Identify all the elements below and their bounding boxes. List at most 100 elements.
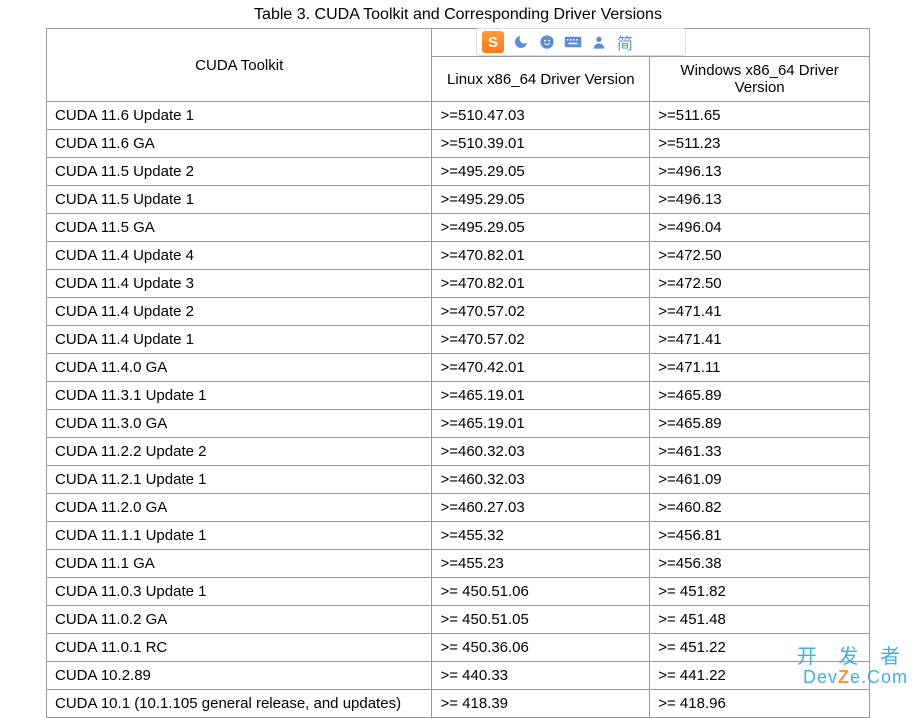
- cell-windows: >=465.89: [650, 410, 870, 438]
- table-row: CUDA 10.1 (10.1.105 general release, and…: [47, 690, 870, 718]
- table-row: CUDA 11.1.1 Update 1>=455.32>=456.81: [47, 522, 870, 550]
- cell-toolkit: CUDA 11.0.1 RC: [47, 634, 432, 662]
- cell-toolkit: CUDA 11.4.0 GA: [47, 354, 432, 382]
- table-caption: Table 3. CUDA Toolkit and Corresponding …: [0, 0, 916, 28]
- cell-toolkit: CUDA 10.2.89: [47, 662, 432, 690]
- cell-linux: >=460.27.03: [432, 494, 650, 522]
- cell-toolkit: CUDA 11.2.2 Update 2: [47, 438, 432, 466]
- watermark: 开 发 者 DevZe.Com: [797, 646, 908, 688]
- table-row: CUDA 11.5 Update 2>=495.29.05>=496.13: [47, 158, 870, 186]
- cell-linux: >= 418.39: [432, 690, 650, 718]
- cell-toolkit: CUDA 11.5 Update 2: [47, 158, 432, 186]
- table-row: CUDA 11.3.1 Update 1>=465.19.01>=465.89: [47, 382, 870, 410]
- cell-linux: >=465.19.01: [432, 382, 650, 410]
- table-row: CUDA 11.2.1 Update 1>=460.32.03>=461.09: [47, 466, 870, 494]
- cell-toolkit: CUDA 11.4 Update 3: [47, 270, 432, 298]
- table-row: CUDA 11.5 Update 1>=495.29.05>=496.13: [47, 186, 870, 214]
- cell-toolkit: CUDA 11.5 Update 1: [47, 186, 432, 214]
- cell-windows: >=496.13: [650, 186, 870, 214]
- cell-linux: >=455.32: [432, 522, 650, 550]
- cell-linux: >=460.32.03: [432, 466, 650, 494]
- header-windows: Windows x86_64 Driver Version: [650, 57, 870, 102]
- cell-windows: >=496.13: [650, 158, 870, 186]
- cell-linux: >=495.29.05: [432, 186, 650, 214]
- cell-linux: >=470.82.01: [432, 242, 650, 270]
- table-row: CUDA 11.1 GA>=455.23>=456.38: [47, 550, 870, 578]
- table-row: CUDA 11.3.0 GA>=465.19.01>=465.89: [47, 410, 870, 438]
- cell-windows: >= 418.96: [650, 690, 870, 718]
- table-row: CUDA 11.0.3 Update 1>= 450.51.06>= 451.8…: [47, 578, 870, 606]
- cell-windows: >=472.50: [650, 242, 870, 270]
- smiley-icon: [538, 34, 556, 50]
- cell-windows: >=465.89: [650, 382, 870, 410]
- cell-linux: >=495.29.05: [432, 214, 650, 242]
- cell-linux: >= 450.36.06: [432, 634, 650, 662]
- cuda-driver-table: CUDA Toolkit Version Linux x86_64 Driver…: [46, 28, 870, 718]
- keyboard-icon: [564, 34, 582, 50]
- cell-toolkit: CUDA 11.4 Update 1: [47, 326, 432, 354]
- cell-linux: >=470.42.01: [432, 354, 650, 382]
- table-row: CUDA 11.2.2 Update 2>=460.32.03>=461.33: [47, 438, 870, 466]
- person-icon: [590, 34, 608, 50]
- cell-windows: >= 451.48: [650, 606, 870, 634]
- table-row: CUDA 11.4 Update 3>=470.82.01>=472.50: [47, 270, 870, 298]
- table-row: CUDA 11.4 Update 4>=470.82.01>=472.50: [47, 242, 870, 270]
- cell-toolkit: CUDA 11.4 Update 2: [47, 298, 432, 326]
- moon-icon: [512, 34, 530, 50]
- cell-linux: >=455.23: [432, 550, 650, 578]
- table-row: CUDA 11.4.0 GA>=470.42.01>=471.11: [47, 354, 870, 382]
- table-row: CUDA 10.2.89>= 440.33>= 441.22: [47, 662, 870, 690]
- ime-toolbar[interactable]: S 简: [476, 28, 686, 56]
- table-row: CUDA 11.2.0 GA>=460.27.03>=460.82: [47, 494, 870, 522]
- cell-linux: >=495.29.05: [432, 158, 650, 186]
- cell-windows: >=456.81: [650, 522, 870, 550]
- cell-linux: >=465.19.01: [432, 410, 650, 438]
- cell-toolkit: CUDA 11.2.0 GA: [47, 494, 432, 522]
- cell-windows: >= 451.82: [650, 578, 870, 606]
- cell-linux: >=470.57.02: [432, 298, 650, 326]
- cell-toolkit: CUDA 11.4 Update 4: [47, 242, 432, 270]
- cell-linux: >=470.82.01: [432, 270, 650, 298]
- cell-windows: >=471.41: [650, 326, 870, 354]
- cell-linux: >=470.57.02: [432, 326, 650, 354]
- cell-linux: >= 440.33: [432, 662, 650, 690]
- cell-toolkit: CUDA 11.3.1 Update 1: [47, 382, 432, 410]
- ime-logo-icon: S: [482, 31, 504, 53]
- cell-windows: >=460.82: [650, 494, 870, 522]
- cell-toolkit: CUDA 11.0.2 GA: [47, 606, 432, 634]
- cell-windows: >=511.23: [650, 130, 870, 158]
- cell-windows: >=471.41: [650, 298, 870, 326]
- cell-windows: >=461.33: [650, 438, 870, 466]
- cell-windows: >=471.11: [650, 354, 870, 382]
- cell-toolkit: CUDA 10.1 (10.1.105 general release, and…: [47, 690, 432, 718]
- cell-windows: >=456.38: [650, 550, 870, 578]
- watermark-en: DevZe.Com: [797, 668, 908, 688]
- table-row: CUDA 11.0.1 RC>= 450.36.06>= 451.22: [47, 634, 870, 662]
- cell-linux: >=510.39.01: [432, 130, 650, 158]
- cell-toolkit: CUDA 11.2.1 Update 1: [47, 466, 432, 494]
- cell-toolkit: CUDA 11.6 GA: [47, 130, 432, 158]
- cell-toolkit: CUDA 11.3.0 GA: [47, 410, 432, 438]
- cell-linux: >=460.32.03: [432, 438, 650, 466]
- table-row: CUDA 11.4 Update 2>=470.57.02>=471.41: [47, 298, 870, 326]
- table-row: CUDA 11.6 GA>=510.39.01>=511.23: [47, 130, 870, 158]
- cell-toolkit: CUDA 11.0.3 Update 1: [47, 578, 432, 606]
- cell-linux: >=510.47.03: [432, 102, 650, 130]
- header-toolkit: CUDA Toolkit: [47, 29, 432, 102]
- cell-toolkit: CUDA 11.6 Update 1: [47, 102, 432, 130]
- table-row: CUDA 11.0.2 GA>= 450.51.05>= 451.48: [47, 606, 870, 634]
- table-row: CUDA 11.4 Update 1>=470.57.02>=471.41: [47, 326, 870, 354]
- watermark-cn: 开 发 者: [797, 646, 908, 668]
- cell-linux: >= 450.51.05: [432, 606, 650, 634]
- cell-windows: >=472.50: [650, 270, 870, 298]
- cell-windows: >=496.04: [650, 214, 870, 242]
- table-row: CUDA 11.6 Update 1>=510.47.03>=511.65: [47, 102, 870, 130]
- cell-toolkit: CUDA 11.1.1 Update 1: [47, 522, 432, 550]
- header-linux: Linux x86_64 Driver Version: [432, 57, 650, 102]
- jian-char-icon: 简: [616, 30, 634, 54]
- cell-windows: >=511.65: [650, 102, 870, 130]
- cell-toolkit: CUDA 11.5 GA: [47, 214, 432, 242]
- cell-windows: >=461.09: [650, 466, 870, 494]
- table-row: CUDA 11.5 GA>=495.29.05>=496.04: [47, 214, 870, 242]
- cell-linux: >= 450.51.06: [432, 578, 650, 606]
